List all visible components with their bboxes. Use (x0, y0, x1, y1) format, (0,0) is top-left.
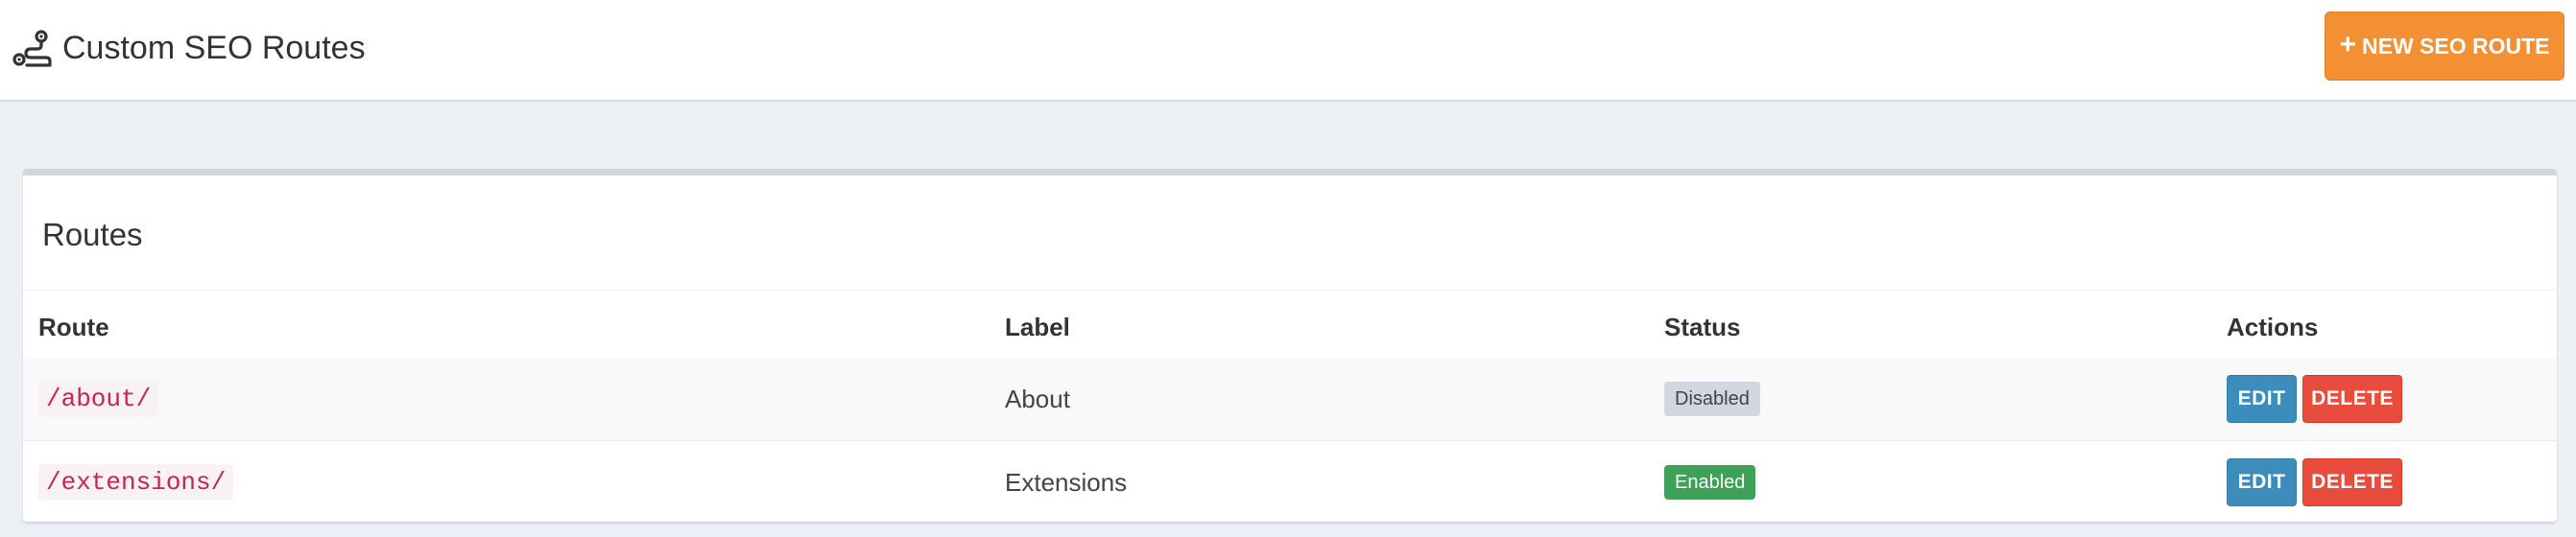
routes-panel: Routes Route Label Status Actions /about… (23, 169, 2557, 522)
page-header: Custom SEO Routes + NEW SEO ROUTE (0, 0, 2576, 102)
status-badge: Disabled (1664, 382, 1760, 416)
column-header-status: Status (1664, 313, 1741, 341)
edit-button[interactable]: EDIT (2227, 375, 2297, 423)
route-icon (12, 29, 52, 69)
column-header-label: Label (1005, 313, 1070, 341)
table-row: /about/ About Disabled EDIT DELETE (23, 358, 2557, 440)
route-label: About (1005, 384, 1070, 413)
delete-button[interactable]: DELETE (2302, 375, 2402, 423)
edit-button[interactable]: EDIT (2227, 458, 2297, 506)
new-seo-route-label: NEW SEO ROUTE (2362, 33, 2550, 58)
panel-divider (23, 290, 2557, 291)
status-badge: Enabled (1664, 465, 1756, 500)
panel-title: Routes (42, 217, 143, 252)
column-header-actions: Actions (2227, 313, 2319, 341)
delete-button[interactable]: DELETE (2302, 458, 2402, 506)
new-seo-route-button[interactable]: + NEW SEO ROUTE (2325, 12, 2564, 81)
page-title: Custom SEO Routes (62, 30, 366, 66)
route-path: /about/ (38, 381, 159, 417)
route-label: Extensions (1005, 467, 1128, 497)
table-row: /extensions/ Extensions Enabled EDIT DEL… (23, 440, 2557, 522)
route-path: /extensions/ (38, 464, 234, 501)
column-header-route: Route (38, 313, 109, 341)
plus-icon: + (2339, 28, 2356, 60)
